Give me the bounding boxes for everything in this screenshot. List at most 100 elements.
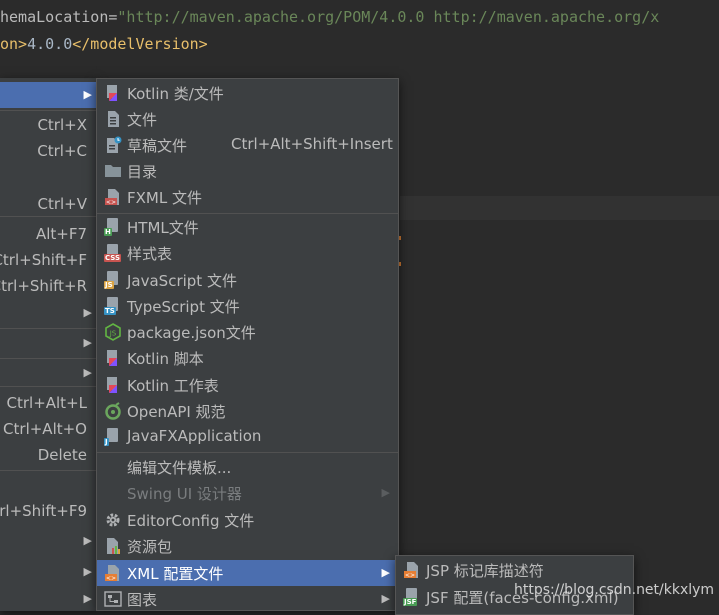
menu-separator	[0, 358, 96, 359]
shortcut-label: Ctrl+V	[37, 195, 87, 213]
menu-item-git[interactable]: ▶	[0, 586, 96, 612]
menu-item-package-json[interactable]: JS package.json文件	[97, 319, 398, 345]
submenu-arrow-icon: ▶	[83, 306, 92, 319]
menu-item-label: EditorConfig 文件	[127, 512, 255, 530]
menu-item-resource-bundle[interactable]: 资源包	[97, 533, 398, 559]
submenu-arrow-icon: ▶	[83, 88, 92, 101]
menu-item-optimize-imports[interactable]: Ctrl+Alt+O	[0, 417, 96, 443]
menu-item-open-in[interactable]: ▶	[0, 528, 96, 554]
shortcut-label: Ctrl+Alt+O	[3, 420, 87, 438]
submenu-arrow-icon: ▶	[381, 592, 390, 605]
xml-string: "http://maven.apache.org/POM/4.0.0 http:…	[117, 8, 660, 26]
submenu-arrow-icon: ▶	[381, 566, 390, 579]
menu-item-stylesheet[interactable]: CSS 样式表	[97, 240, 398, 266]
submenu-arrow-icon: ▶	[83, 336, 92, 349]
menu-item-label: XML 配置文件	[127, 565, 224, 583]
watermark-text: https://blog.csdn.net/kkxlym	[514, 582, 715, 598]
editor-context-menu: ▶ Ctrl+X Ctrl+C Ctrl+V Alt+F7 Ctrl+Shift…	[0, 78, 97, 611]
menu-item-label: JavaScript 文件	[127, 272, 237, 290]
menu-separator	[0, 216, 96, 217]
shortcut-label: Ctrl+X	[37, 116, 87, 134]
menu-item-scratch-file[interactable]: 草稿文件 Ctrl+Alt+Shift+Insert	[97, 132, 398, 158]
menu-item-analyze[interactable]: ▶	[0, 300, 96, 326]
menu-separator	[97, 452, 398, 453]
menu-item-copy[interactable]: Ctrl+C	[0, 139, 96, 165]
menu-item-cut[interactable]: Ctrl+X	[0, 113, 96, 139]
menu-item-find-usages[interactable]: Alt+F7	[0, 222, 96, 248]
fxml-icon: <>	[104, 188, 122, 206]
menu-item-label: 草稿文件	[127, 137, 188, 155]
menu-item-label: 样式表	[127, 245, 173, 263]
shortcut-label: Alt+F7	[35, 225, 87, 243]
gutter-mark	[399, 262, 401, 266]
menu-item-file[interactable]: 文件	[97, 106, 398, 132]
xml-tag-close: </modelVersion>	[72, 35, 208, 53]
file-icon	[104, 110, 122, 128]
menu-item-new[interactable]: ▶	[0, 82, 96, 108]
menu-item-directory[interactable]: 目录	[97, 158, 398, 184]
menu-separator	[0, 386, 96, 387]
menu-item-kotlin-class[interactable]: Kotlin 类/文件	[97, 80, 398, 106]
menu-item-paste[interactable]: Ctrl+V	[0, 192, 96, 218]
menu-item-openapi[interactable]: OpenAPI 规范	[97, 398, 398, 424]
submenu-arrow-icon: ▶	[83, 565, 92, 578]
svg-text:JS: JS	[109, 330, 117, 338]
menu-item-html-file[interactable]: H HTML文件	[97, 214, 398, 240]
menu-item-build-module[interactable]: Ctrl+Shift+F9	[0, 499, 96, 525]
menu-item-kotlin-script[interactable]: Kotlin 脚本	[97, 345, 398, 371]
svg-text:<>: <>	[106, 575, 116, 582]
resource-bundle-icon	[104, 537, 122, 555]
menu-item-jsp-tag-library[interactable]: <> JSP 标记库描述符	[396, 557, 633, 583]
menu-item-refactor[interactable]: ▶	[0, 330, 96, 356]
shortcut-label: Ctrl+Shift+R	[0, 277, 87, 295]
menu-item-label: 文件	[127, 111, 158, 129]
menu-item-label: HTML文件	[127, 219, 199, 237]
tld-icon: <>	[403, 561, 421, 579]
svg-text:<>: <>	[106, 199, 116, 206]
html-icon: H	[104, 218, 122, 236]
menu-item-label: Kotlin 工作表	[127, 377, 219, 395]
menu-item-label: package.json文件	[127, 324, 256, 342]
menu-separator	[0, 110, 96, 111]
shortcut-label: Ctrl+Shift+F9	[0, 502, 87, 520]
menu-item-editorconfig-file[interactable]: EditorConfig 文件	[97, 507, 398, 533]
menu-item-javascript-file[interactable]: JS JavaScript 文件	[97, 267, 398, 293]
menu-item-label: 资源包	[127, 538, 173, 556]
folder-icon	[104, 162, 122, 180]
menu-item-swing-ui-designer[interactable]: Swing UI 设计器 ▶	[97, 480, 398, 506]
menu-item-fxml-file[interactable]: <> FXML 文件	[97, 184, 398, 210]
menu-item-label: 目录	[127, 163, 158, 181]
menu-item-diagram[interactable]: 图表 ▶	[97, 586, 398, 612]
menu-item-javafx-application[interactable]: J JavaFXApplication	[97, 424, 398, 450]
menu-item-xml-configuration-file[interactable]: <> XML 配置文件 ▶	[97, 560, 398, 586]
nodejs-icon: JS	[104, 323, 122, 341]
shortcut-label: Ctrl+Alt+L	[6, 394, 88, 412]
menu-item-edit-file-templates[interactable]: 编辑文件模板...	[97, 454, 398, 480]
menu-item-typescript-file[interactable]: TS TypeScript 文件	[97, 293, 398, 319]
menu-item-find-in-files[interactable]: Ctrl+Shift+F	[0, 248, 96, 274]
menu-item-label: Kotlin 脚本	[127, 350, 204, 368]
javafx-icon: J	[104, 428, 122, 446]
gear-icon	[104, 511, 122, 529]
diagram-icon	[104, 590, 122, 608]
shortcut-label: Ctrl+Shift+F	[0, 251, 87, 269]
menu-item-label: OpenAPI 规范	[127, 403, 226, 421]
menu-item-bookmarks[interactable]: ▶	[0, 360, 96, 386]
menu-item-kotlin-worksheet[interactable]: Kotlin 工作表	[97, 372, 398, 398]
menu-item-reformat-code[interactable]: Ctrl+Alt+L	[0, 391, 96, 417]
menu-item-label: 图表	[127, 591, 158, 609]
xml-config-icon: <>	[104, 564, 122, 582]
gutter-mark	[399, 236, 401, 240]
menu-item-local-history[interactable]: ▶	[0, 559, 96, 585]
typescript-icon: TS	[104, 297, 122, 315]
shortcut-label: Ctrl+Alt+Shift+Insert	[231, 135, 393, 153]
menu-item-label: JavaFXApplication	[127, 427, 262, 445]
new-submenu: Kotlin 类/文件 文件 草稿文件 Ctrl+Alt+Shift+Inser…	[96, 78, 399, 611]
menu-item-label: Kotlin 类/文件	[127, 85, 224, 103]
menu-item-copy-path[interactable]	[0, 165, 96, 191]
current-line-highlight	[400, 196, 719, 220]
menu-item-replace-in-files[interactable]: Ctrl+Shift+R	[0, 274, 96, 300]
menu-item-delete[interactable]: Delete	[0, 443, 96, 469]
shortcut-label: Ctrl+C	[37, 142, 87, 160]
xml-tag-open: on>	[0, 35, 28, 53]
